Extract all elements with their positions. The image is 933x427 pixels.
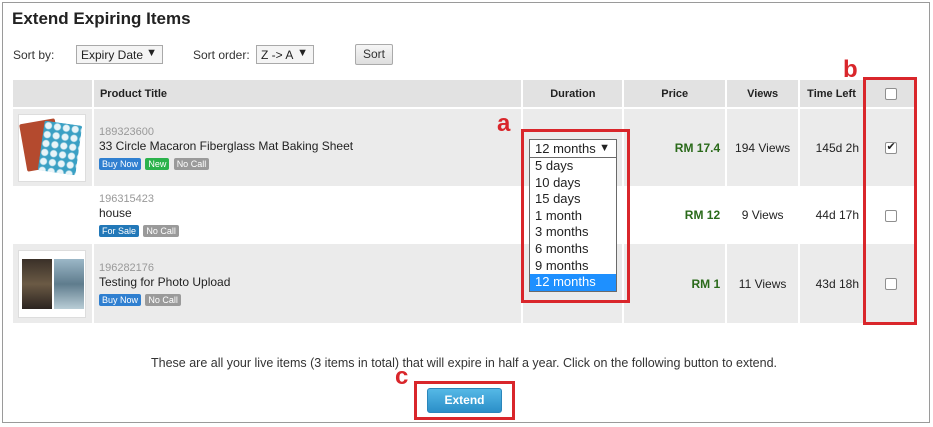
buy-now-badge: Buy Now [98, 293, 141, 306]
sort-button[interactable]: Sort [355, 44, 393, 65]
sort-order-label: Sort order: [193, 48, 250, 62]
product-cell: 189323600 33 Circle Macaron Fiberglass M… [92, 107, 524, 187]
sort-order-value: Z -> A [261, 48, 294, 62]
page-title: Extend Expiring Items [12, 9, 191, 28]
sort-by-value: Expiry Date [81, 48, 144, 62]
item-id: 196282176 [98, 261, 155, 274]
info-text: These are all your live items (3 items i… [151, 356, 777, 370]
for-sale-badge: For Sale [98, 225, 139, 237]
views-header: Views [726, 80, 801, 108]
time-left-header: Time Left [799, 80, 865, 108]
no-call-badge: No Call [143, 225, 179, 237]
item-title-link[interactable]: Testing for Photo Upload [99, 275, 521, 289]
item-id: 196315423 [98, 193, 155, 205]
price-header: Price [623, 80, 728, 108]
annotation-box-a [521, 129, 630, 303]
badges: Buy Now No Call [98, 292, 521, 306]
views-cell: 11 Views [726, 242, 801, 323]
badges: Buy Now New No Call [98, 156, 521, 170]
thumbnail-header [13, 80, 94, 108]
sort-by-label: Sort by: [13, 48, 55, 62]
thumbnail-cell [13, 186, 94, 243]
price-cell: RM 12 [623, 186, 728, 243]
product-thumbnail[interactable] [18, 113, 87, 182]
time-left-cell: 145d 2h [799, 107, 865, 187]
annotation-label-b: b [843, 56, 858, 83]
new-badge: New [145, 157, 170, 170]
product-thumbnail[interactable] [18, 249, 87, 318]
buy-now-badge: Buy Now [98, 157, 141, 170]
item-title-link[interactable]: house [99, 206, 521, 220]
views-cell: 194 Views [726, 107, 801, 187]
no-call-badge: No Call [173, 157, 210, 170]
items-table: Product Title Duration Price Views Time … [13, 80, 918, 323]
product-cell: 196282176 Testing for Photo Upload Buy N… [92, 242, 524, 323]
price-cell: RM 1 [623, 242, 728, 323]
time-left-cell: 44d 17h [799, 186, 865, 243]
badges: For Sale No Call [98, 223, 521, 237]
table-row: 196282176 Testing for Photo Upload Buy N… [13, 242, 918, 323]
item-title-link[interactable]: 33 Circle Macaron Fiberglass Mat Baking … [99, 139, 521, 153]
no-call-badge: No Call [145, 293, 181, 306]
item-id: 189323600 [98, 125, 155, 138]
table-header-row: Product Title Duration Price Views Time … [13, 80, 918, 108]
annotation-box-b [863, 77, 917, 325]
duration-header: Duration [522, 80, 625, 108]
table-row: 189323600 33 Circle Macaron Fiberglass M… [13, 107, 918, 187]
extend-button[interactable]: Extend [427, 388, 502, 413]
chevron-down-icon: ▼ [146, 47, 157, 59]
table-row: 196315423 house For Sale No Call RM 12 9… [13, 186, 918, 243]
product-title-header: Product Title [92, 80, 524, 108]
time-left-cell: 43d 18h [799, 242, 865, 323]
product-cell: 196315423 house For Sale No Call [92, 186, 524, 243]
price-cell: RM 17.4 [623, 107, 728, 187]
sort-order-select[interactable]: Z -> A ▼ [256, 45, 314, 64]
annotation-label-a: a [497, 110, 511, 137]
chevron-down-icon: ▼ [297, 47, 308, 59]
views-cell: 9 Views [726, 186, 801, 243]
thumbnail-cell [13, 107, 94, 187]
thumbnail-cell [13, 242, 94, 323]
sort-by-select[interactable]: Expiry Date ▼ [76, 45, 163, 64]
